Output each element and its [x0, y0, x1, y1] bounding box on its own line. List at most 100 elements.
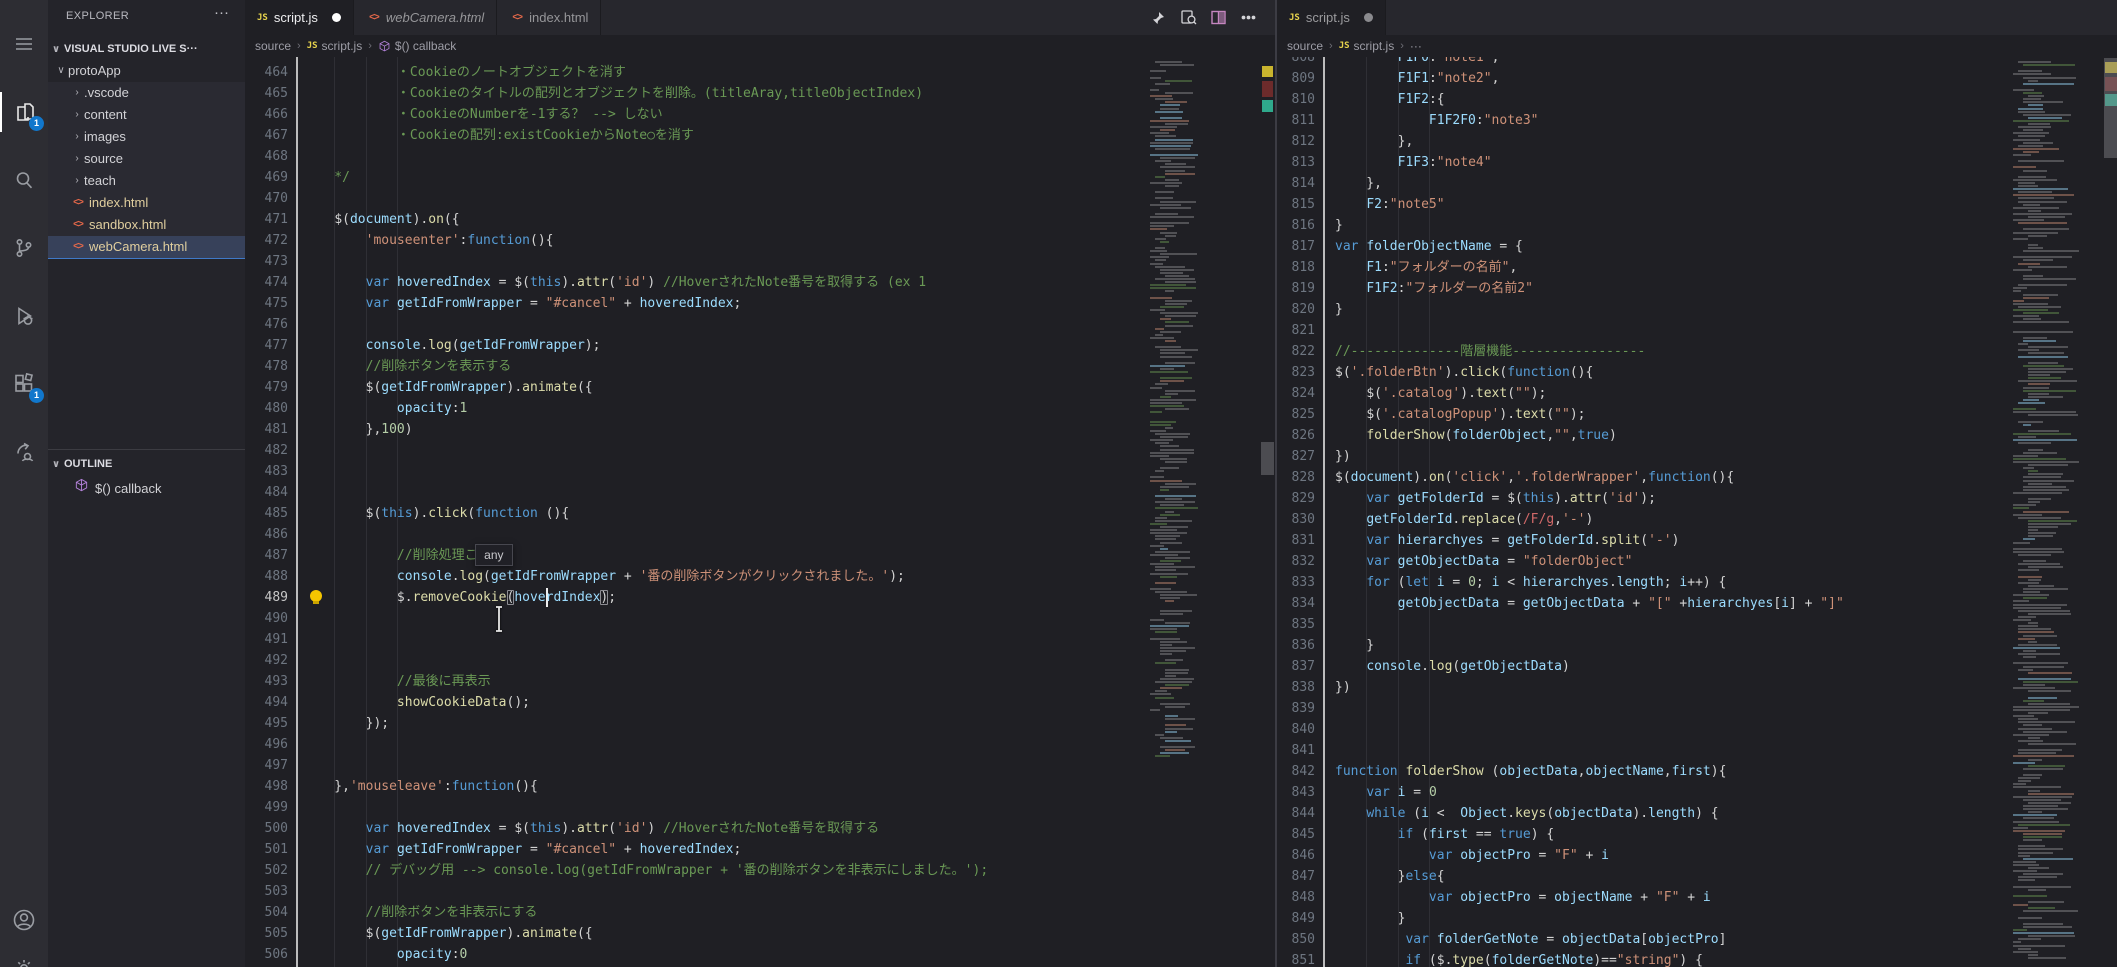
code-line[interactable]: F2:"note5" — [1335, 194, 1445, 215]
code-line[interactable]: while (i < Object.keys(objectData).lengt… — [1335, 803, 1719, 824]
tree-item-source[interactable]: ›source — [48, 148, 245, 170]
code-line[interactable]: var folderGetNote = objectData[objectPro… — [1335, 929, 1726, 950]
tree-item-webCamera-html[interactable]: <>webCamera.html — [48, 236, 245, 259]
code-line[interactable]: }) — [1335, 677, 1351, 698]
code-line[interactable]: console.log(getObjectData) — [1335, 656, 1570, 677]
code-line[interactable]: folderShow(folderObject,"",true) — [1335, 425, 1617, 446]
code-line[interactable]: F1F0:"note1", — [1335, 57, 1499, 68]
more-actions-icon[interactable] — [1239, 9, 1257, 27]
code-line[interactable]: $('.folderBtn').click(function(){ — [1335, 362, 1593, 383]
split-editor-icon[interactable] — [1209, 9, 1227, 27]
code-line[interactable]: F1:"フォルダーの名前", — [1335, 257, 1517, 278]
tree-item-teach[interactable]: ›teach — [48, 170, 245, 192]
code-line[interactable]: if (first == true) { — [1335, 824, 1554, 845]
code-line[interactable]: // デバッグ用 --> console.log(getIdFromWrappe… — [303, 860, 988, 881]
code-line[interactable]: opacity:0 — [303, 944, 467, 965]
code-line[interactable]: var hoveredIndex = $(this).attr('id') //… — [303, 818, 879, 839]
tree-item-index-html[interactable]: <>index.html — [48, 192, 245, 214]
tab-webCamera-html[interactable]: <>webCamera.html — [354, 0, 497, 35]
tree-item-images[interactable]: ›images — [48, 126, 245, 148]
code-line[interactable]: }) — [1335, 446, 1351, 467]
code-line[interactable]: var getFolderId = $(this).attr('id'); — [1335, 488, 1656, 509]
code-line[interactable]: //最後に再表示 — [303, 671, 491, 692]
code-line[interactable]: console.log(getIdFromWrapper + '番の削除ボタンが… — [303, 566, 905, 587]
code-line[interactable]: if ($.type(folderGetNote)=="string") { — [1335, 950, 1703, 967]
code-line[interactable]: F1F1:"note2", — [1335, 68, 1499, 89]
code-line[interactable]: $(document).on({ — [303, 209, 460, 230]
code-line[interactable]: var i = 0 — [1335, 782, 1437, 803]
breadcrumb-item[interactable]: JSscript.js — [307, 39, 363, 53]
code-line[interactable]: } — [1335, 635, 1374, 656]
code-editor-right[interactable]: 808 F1F0:"note1",809 F1F1:"note2",810 F1… — [1277, 57, 2117, 967]
activity-live-share-icon[interactable] — [0, 428, 48, 476]
explorer-more-actions-icon[interactable]: ··· — [214, 4, 229, 21]
code-line[interactable]: $.removeCookie(hoverdIndex); — [303, 587, 616, 608]
code-line[interactable]: var getIdFromWrapper = "#cancel" + hover… — [303, 293, 741, 314]
activity-source-control-icon[interactable] — [0, 224, 48, 272]
tree-item-sandbox-html[interactable]: <>sandbox.html — [48, 214, 245, 236]
tree-item-protoApp[interactable]: ∨protoApp — [48, 60, 245, 82]
breadcrumb-item[interactable]: ··· — [1410, 39, 1422, 53]
minimap[interactable] — [1150, 57, 1204, 967]
minimap[interactable] — [2013, 57, 2085, 967]
sidebar-section-workspace[interactable]: ∨VISUAL STUDIO LIVE S··· — [48, 38, 245, 60]
modified-dot-icon[interactable] — [332, 13, 341, 22]
outline-item-callback[interactable]: $() callback — [48, 478, 245, 500]
code-line[interactable]: //削除ボタンを表示する — [303, 356, 511, 377]
code-line[interactable]: ・Cookieのノートオブジェクトを消す — [303, 62, 626, 83]
code-line[interactable]: showCookieData(); — [303, 692, 530, 713]
code-line[interactable]: getObjectData = getObjectData + "[" +hie… — [1335, 593, 1844, 614]
code-line[interactable]: $(getIdFromWrapper).animate({ — [303, 377, 593, 398]
section-divider[interactable] — [48, 449, 245, 450]
code-line[interactable]: $('.catalogPopup').text(""); — [1335, 404, 1585, 425]
code-line[interactable]: $(this).click(function (){ — [303, 503, 569, 524]
tree-item-content[interactable]: ›content — [48, 104, 245, 126]
activity-run-debug-icon[interactable] — [0, 292, 48, 340]
scrollbar-slider[interactable] — [2104, 58, 2117, 158]
code-line[interactable]: ・CookieのNumberを-1する？ --> しない — [303, 104, 663, 125]
code-line[interactable]: var hoveredIndex = $(this).attr('id') //… — [303, 272, 926, 293]
code-line[interactable]: opacity:1 — [303, 398, 467, 419]
code-line[interactable]: //削除処理ここか — [303, 545, 504, 566]
activity-search-icon[interactable] — [0, 156, 48, 204]
code-line[interactable]: $('.catalog').text(""); — [1335, 383, 1546, 404]
code-line[interactable]: for (let i = 0; i < hierarchyes.length; … — [1335, 572, 1726, 593]
code-line[interactable]: 'mouseenter':function(){ — [303, 230, 553, 251]
code-line[interactable]: var hierarchyes = getFolderId.split('-') — [1335, 530, 1679, 551]
breadcrumb-item[interactable]: source — [255, 39, 291, 53]
code-line[interactable]: var objectPro = "F" + i — [1335, 845, 1609, 866]
activity-settings-icon[interactable] — [0, 944, 48, 967]
code-line[interactable]: ・Cookieの配列:existCookieからNote○を消す — [303, 125, 694, 146]
code-line[interactable]: } — [1335, 215, 1343, 236]
code-line[interactable]: $(document).on('click','.folderWrapper',… — [1335, 467, 1734, 488]
breadcrumb-item[interactable]: JSscript.js — [1339, 39, 1395, 53]
activity-account-icon[interactable] — [0, 896, 48, 944]
code-line[interactable]: F1F3:"note4" — [1335, 152, 1492, 173]
sidebar-section-outline[interactable]: ∨OUTLINE — [48, 453, 245, 475]
tab-script-js[interactable]: JSscript.js — [245, 0, 354, 35]
code-line[interactable]: } — [1335, 908, 1405, 929]
code-line[interactable]: */ — [303, 167, 350, 188]
code-line[interactable]: //削除ボタンを非表示にする — [303, 902, 537, 923]
activity-menu-icon[interactable] — [0, 20, 48, 68]
breadcrumb-item[interactable]: $() callback — [378, 39, 456, 53]
modified-dot-icon[interactable] — [1364, 13, 1373, 22]
code-line[interactable]: F1F2:{ — [1335, 89, 1445, 110]
open-changes-icon[interactable] — [1179, 9, 1197, 27]
code-line[interactable]: F1F2:"フォルダーの名前2" — [1335, 278, 1533, 299]
activity-explorer-icon[interactable]: 1 — [0, 88, 48, 136]
code-line[interactable]: var getIdFromWrapper = "#cancel" + hover… — [303, 839, 741, 860]
code-editor-left[interactable]: any464 ・Cookieのノートオブジェクトを消す465 ・Cookieのタ… — [245, 57, 1275, 967]
code-line[interactable]: function folderShow (objectData,objectNa… — [1335, 761, 1726, 782]
pin-icon[interactable] — [1149, 9, 1167, 27]
code-line[interactable]: }, — [1335, 131, 1413, 152]
code-line[interactable]: $(getIdFromWrapper).animate({ — [303, 923, 593, 944]
tab-script-js[interactable]: JSscript.js — [1277, 0, 1386, 35]
code-line[interactable]: F1F2F0:"note3" — [1335, 110, 1539, 131]
tree-item--vscode[interactable]: ›.vscode — [48, 82, 245, 104]
code-line[interactable]: } — [1335, 299, 1343, 320]
code-line[interactable]: var folderObjectName = { — [1335, 236, 1523, 257]
code-line[interactable]: }else{ — [1335, 866, 1445, 887]
scrollbar-slider[interactable] — [1261, 442, 1274, 475]
code-line[interactable]: var getObjectData = "folderObject" — [1335, 551, 1632, 572]
